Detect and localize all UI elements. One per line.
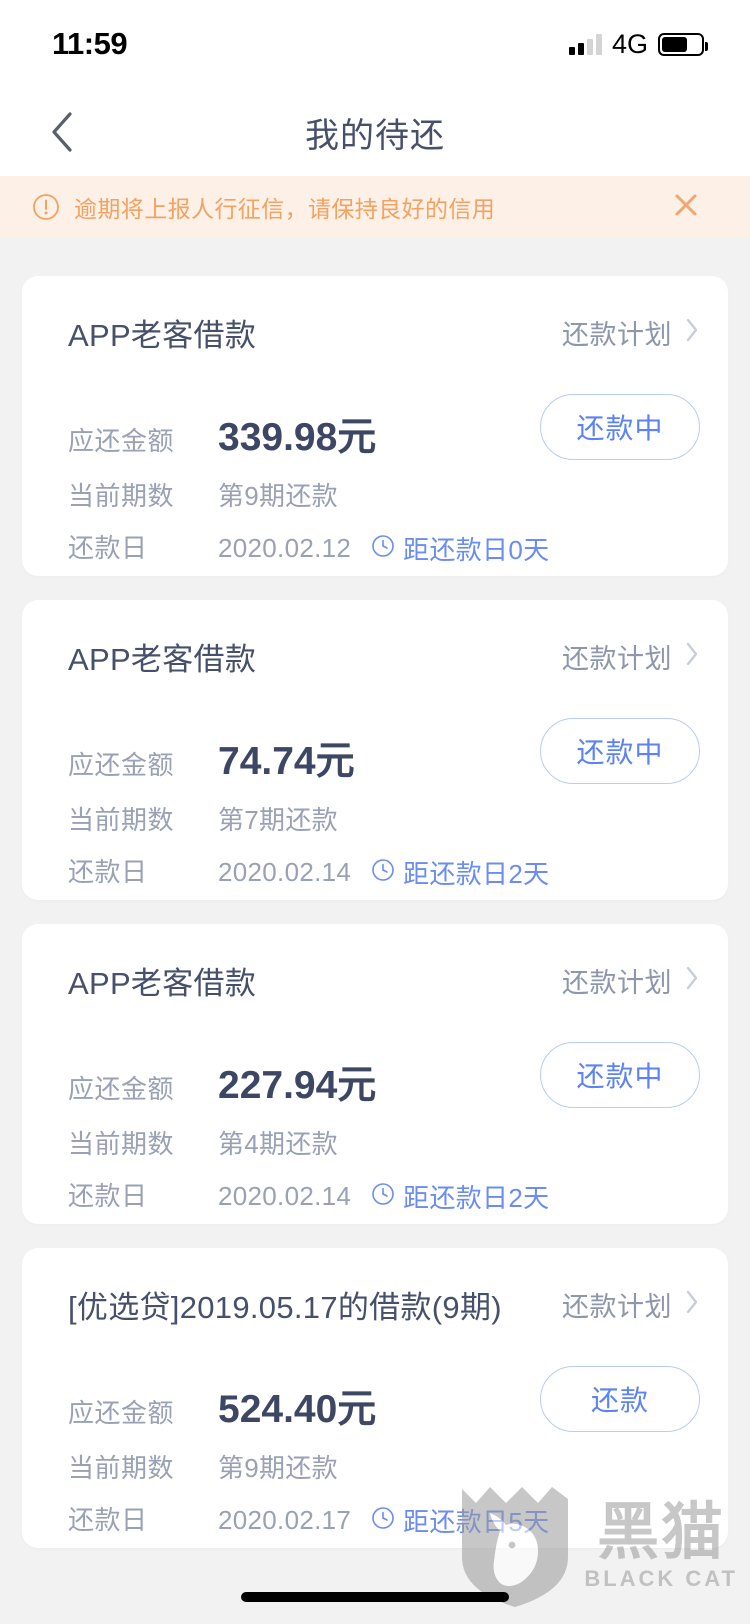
status-indicators: 4G xyxy=(568,28,708,60)
period-label: 当前期数 xyxy=(68,481,175,511)
period-row: 当前期数 第9期还款 xyxy=(68,476,700,528)
clock-icon xyxy=(371,1506,395,1535)
exclamation-circle-icon xyxy=(32,193,60,221)
period-row: 当前期数 第4期还款 xyxy=(68,1124,700,1176)
repay-status-button[interactable]: 还款中 xyxy=(540,1042,700,1108)
countdown-text: 距还款日0天 xyxy=(403,535,550,565)
due-date-value: 2020.02.12 xyxy=(218,533,352,563)
countdown-text: 距还款日2天 xyxy=(403,859,550,889)
loan-card-header: APP老客借款 还款计划 xyxy=(68,958,700,1003)
period-value: 第9期还款 xyxy=(218,481,338,511)
signal-strength-icon xyxy=(568,33,602,55)
home-indicator[interactable] xyxy=(241,1592,509,1602)
period-label: 当前期数 xyxy=(68,805,175,835)
due-date-label: 还款日 xyxy=(68,533,148,563)
chevron-right-icon xyxy=(684,316,700,349)
amount-label: 应还金额 xyxy=(68,426,175,456)
chevron-right-icon xyxy=(684,1288,700,1321)
loan-card[interactable]: [优选贷]2019.05.17的借款(9期) 还款计划 应还金额 524.40元 xyxy=(22,1248,728,1548)
clock-icon xyxy=(371,534,395,563)
status-time: 11:59 xyxy=(52,26,128,61)
loan-card[interactable]: APP老客借款 还款计划 应还金额 74.74元 当前期数 第7期还款 还款日 … xyxy=(22,600,728,900)
repay-status-button[interactable]: 还款中 xyxy=(540,718,700,784)
loan-card-list: APP老客借款 还款计划 应还金额 339.98元 当前期数 第9期还款 还款日… xyxy=(0,238,750,1624)
countdown-group: 距还款日2天 xyxy=(371,1178,549,1215)
repayment-plan-link[interactable]: 还款计划 xyxy=(562,961,700,1000)
loan-card[interactable]: APP老客借款 还款计划 应还金额 339.98元 当前期数 第9期还款 还款日… xyxy=(22,276,728,576)
repayment-plan-label: 还款计划 xyxy=(562,968,672,998)
due-date-group: 2020.02.17 距还款日5天 xyxy=(218,1502,549,1539)
status-bar: 11:59 4G xyxy=(0,0,750,88)
loan-title: [优选贷]2019.05.17的借款(9期) xyxy=(68,1290,502,1325)
due-date-label: 还款日 xyxy=(68,1505,148,1535)
phone-screen: 11:59 4G 我的待还 逾期将上报人行征信，请保持良好的信用 APP老客借款… xyxy=(0,0,750,1624)
period-label: 当前期数 xyxy=(68,1453,175,1483)
loan-card[interactable]: APP老客借款 还款计划 应还金额 227.94元 当前期数 第4期还款 还款日… xyxy=(22,924,728,1224)
close-icon xyxy=(671,190,701,225)
amount-value: 74.74元 xyxy=(218,740,355,783)
due-date-row: 还款日 2020.02.14 距还款日2天 xyxy=(68,1176,700,1228)
clock-icon xyxy=(371,858,395,887)
repayment-plan-link[interactable]: 还款计划 xyxy=(562,1285,700,1324)
due-date-value: 2020.02.14 xyxy=(218,1181,352,1211)
countdown-group: 距还款日5天 xyxy=(371,1502,549,1539)
repayment-plan-label: 还款计划 xyxy=(562,320,672,350)
nav-bar: 我的待还 xyxy=(0,88,750,176)
warning-banner: 逾期将上报人行征信，请保持良好的信用 xyxy=(0,176,750,238)
due-date-label: 还款日 xyxy=(68,857,148,887)
amount-label: 应还金额 xyxy=(68,750,175,780)
due-date-group: 2020.02.14 距还款日2天 xyxy=(218,1178,549,1215)
countdown-group: 距还款日2天 xyxy=(371,854,549,891)
due-date-value: 2020.02.17 xyxy=(218,1505,352,1535)
loan-title: APP老客借款 xyxy=(68,318,257,353)
chevron-right-icon xyxy=(684,640,700,673)
banner-close-button[interactable] xyxy=(664,185,708,229)
loan-title: APP老客借款 xyxy=(68,642,257,677)
due-date-group: 2020.02.14 距还款日2天 xyxy=(218,854,549,891)
repayment-plan-link[interactable]: 还款计划 xyxy=(562,637,700,676)
battery-icon xyxy=(658,32,708,56)
amount-label: 应还金额 xyxy=(68,1398,175,1428)
due-date-row: 还款日 2020.02.12 距还款日0天 xyxy=(68,528,700,580)
loan-card-header: APP老客借款 还款计划 xyxy=(68,634,700,679)
loan-title: APP老客借款 xyxy=(68,966,257,1001)
repayment-plan-label: 还款计划 xyxy=(562,1292,672,1322)
due-date-group: 2020.02.12 距还款日0天 xyxy=(218,530,549,567)
warning-banner-text: 逾期将上报人行征信，请保持良好的信用 xyxy=(74,196,496,222)
period-row: 当前期数 第9期还款 xyxy=(68,1448,700,1500)
period-value: 第7期还款 xyxy=(218,805,338,835)
loan-card-header: APP老客借款 还款计划 xyxy=(68,310,700,355)
amount-value: 227.94元 xyxy=(218,1064,377,1107)
due-date-value: 2020.02.14 xyxy=(218,857,352,887)
due-date-row: 还款日 2020.02.14 距还款日2天 xyxy=(68,852,700,904)
amount-value: 339.98元 xyxy=(218,416,377,459)
clock-icon xyxy=(371,1182,395,1211)
loan-card-header: [优选贷]2019.05.17的借款(9期) 还款计划 xyxy=(68,1282,700,1327)
period-row: 当前期数 第7期还款 xyxy=(68,800,700,852)
chevron-right-icon xyxy=(684,964,700,997)
chevron-left-icon xyxy=(49,110,75,154)
back-button[interactable] xyxy=(34,104,90,160)
page-title: 我的待还 xyxy=(305,116,445,155)
due-date-row: 还款日 2020.02.17 距还款日5天 xyxy=(68,1500,700,1552)
repayment-plan-link[interactable]: 还款计划 xyxy=(562,313,700,352)
amount-label: 应还金额 xyxy=(68,1074,175,1104)
period-label: 当前期数 xyxy=(68,1129,175,1159)
repay-button[interactable]: 还款 xyxy=(540,1366,700,1432)
amount-value: 524.40元 xyxy=(218,1388,377,1431)
countdown-text: 距还款日2天 xyxy=(403,1183,550,1213)
due-date-label: 还款日 xyxy=(68,1181,148,1211)
countdown-group: 距还款日0天 xyxy=(371,530,549,567)
period-value: 第9期还款 xyxy=(218,1453,338,1483)
countdown-text: 距还款日5天 xyxy=(403,1507,550,1537)
repay-status-button[interactable]: 还款中 xyxy=(540,394,700,460)
period-value: 第4期还款 xyxy=(218,1129,338,1159)
network-type-label: 4G xyxy=(611,28,648,59)
repayment-plan-label: 还款计划 xyxy=(562,644,672,674)
